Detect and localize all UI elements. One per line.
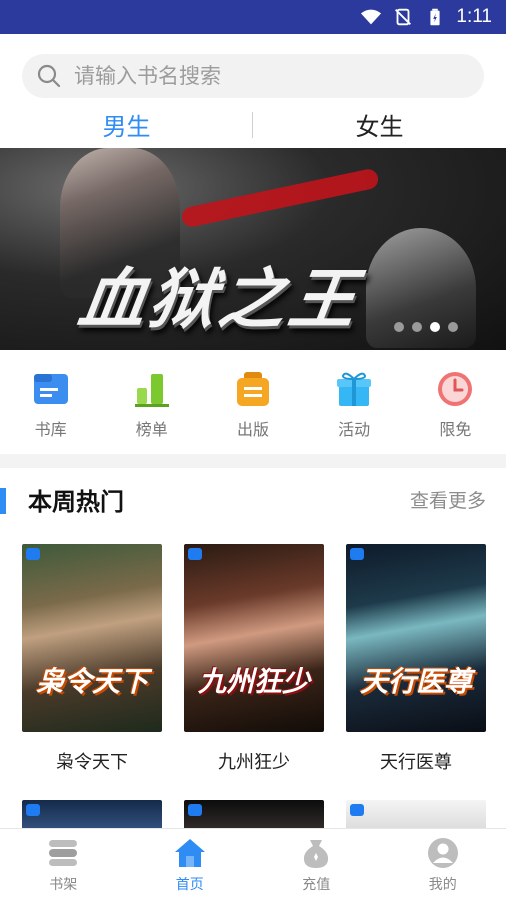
tab-label: 充值 xyxy=(302,876,331,893)
book-title[interactable]: 天行医尊 xyxy=(346,748,486,774)
tab-label: 书架 xyxy=(49,876,78,893)
status-bar: 1:11 xyxy=(0,0,506,34)
tab-divider xyxy=(252,112,253,138)
battery-icon xyxy=(430,8,441,26)
section-title: 本周热门 xyxy=(28,487,124,516)
tab-home[interactable]: 首页 xyxy=(127,829,254,900)
tab-label: 我的 xyxy=(428,876,457,893)
book-card[interactable]: 枭令天下 枭令天下 xyxy=(22,544,162,774)
publisher-badge-icon xyxy=(350,804,364,816)
publish-icon xyxy=(236,372,269,406)
wifi-icon xyxy=(361,9,382,25)
banner-decoration xyxy=(180,167,380,229)
book-card[interactable]: 天行医尊 天行医尊 xyxy=(346,544,486,774)
publisher-badge-icon xyxy=(188,548,202,560)
book-cover[interactable]: 枭令天下 xyxy=(22,544,162,732)
section-separator xyxy=(0,454,506,468)
tab-bookshelf[interactable]: 书架 xyxy=(0,829,127,900)
book-card[interactable]: 九州狂少 九州狂少 xyxy=(184,544,324,774)
book-cover-title: 天行医尊 xyxy=(359,665,472,698)
carousel-dot-active[interactable] xyxy=(430,322,440,332)
category-grid: 书库 榜单 出版 活动 限免 xyxy=(0,350,506,454)
category-label: 榜单 xyxy=(135,420,168,439)
category-label: 书库 xyxy=(34,420,67,439)
book-title[interactable]: 枭令天下 xyxy=(22,748,162,774)
category-limited-free[interactable]: 限免 xyxy=(415,370,495,440)
publisher-badge-icon xyxy=(350,548,364,560)
category-ranking[interactable]: 榜单 xyxy=(112,370,192,440)
category-activity[interactable]: 活动 xyxy=(314,370,394,440)
publisher-badge-icon xyxy=(26,804,40,816)
profile-icon xyxy=(427,837,458,868)
book-cover[interactable]: 九州狂少 xyxy=(184,544,324,732)
book-cover-title: 枭令天下 xyxy=(35,665,148,698)
category-library[interactable]: 书库 xyxy=(11,370,91,440)
search-bar[interactable] xyxy=(22,54,484,98)
ranking-icon xyxy=(134,374,169,407)
carousel-dot[interactable] xyxy=(448,322,458,332)
tab-label: 首页 xyxy=(175,876,204,893)
tab-female[interactable]: 女生 xyxy=(253,107,506,142)
status-time: 1:11 xyxy=(456,6,492,27)
category-label: 限免 xyxy=(439,420,472,439)
no-sim-icon xyxy=(395,8,412,26)
book-grid: 枭令天下 枭令天下 九州狂少 九州狂少 天行医尊 天行医尊 xyxy=(0,530,506,774)
section-accent-bar xyxy=(0,488,6,514)
book-cover-title: 九州狂少 xyxy=(197,665,310,698)
banner-carousel[interactable]: 血狱之王 xyxy=(0,148,506,350)
clock-icon xyxy=(438,372,473,406)
category-label: 出版 xyxy=(236,420,269,439)
search-icon xyxy=(37,64,61,88)
category-publish[interactable]: 出版 xyxy=(213,370,293,440)
category-label: 活动 xyxy=(338,420,371,439)
book-title[interactable]: 九州狂少 xyxy=(184,748,324,774)
banner-title: 血狱之王 xyxy=(73,260,365,338)
tab-recharge[interactable]: 充值 xyxy=(253,829,380,900)
bookshelf-icon xyxy=(49,839,78,866)
gift-icon xyxy=(337,372,372,406)
section-header: 本周热门 查看更多 xyxy=(0,468,506,530)
tab-profile[interactable]: 我的 xyxy=(380,829,506,900)
carousel-dot[interactable] xyxy=(412,322,422,332)
recharge-icon xyxy=(304,839,329,868)
search-input[interactable] xyxy=(74,64,454,88)
home-icon xyxy=(174,838,205,867)
carousel-dot[interactable] xyxy=(394,322,404,332)
search-area xyxy=(0,34,506,98)
gender-tabs: 男生 女生 xyxy=(0,98,506,150)
book-cover[interactable]: 天行医尊 xyxy=(346,544,486,732)
publisher-badge-icon xyxy=(26,548,40,560)
carousel-dots xyxy=(394,322,458,332)
tab-male[interactable]: 男生 xyxy=(0,107,253,142)
see-more-link[interactable]: 查看更多 xyxy=(410,486,486,513)
bottom-tab-bar: 书架 首页 充值 我的 xyxy=(0,828,506,900)
library-icon xyxy=(33,374,68,404)
publisher-badge-icon xyxy=(188,804,202,816)
